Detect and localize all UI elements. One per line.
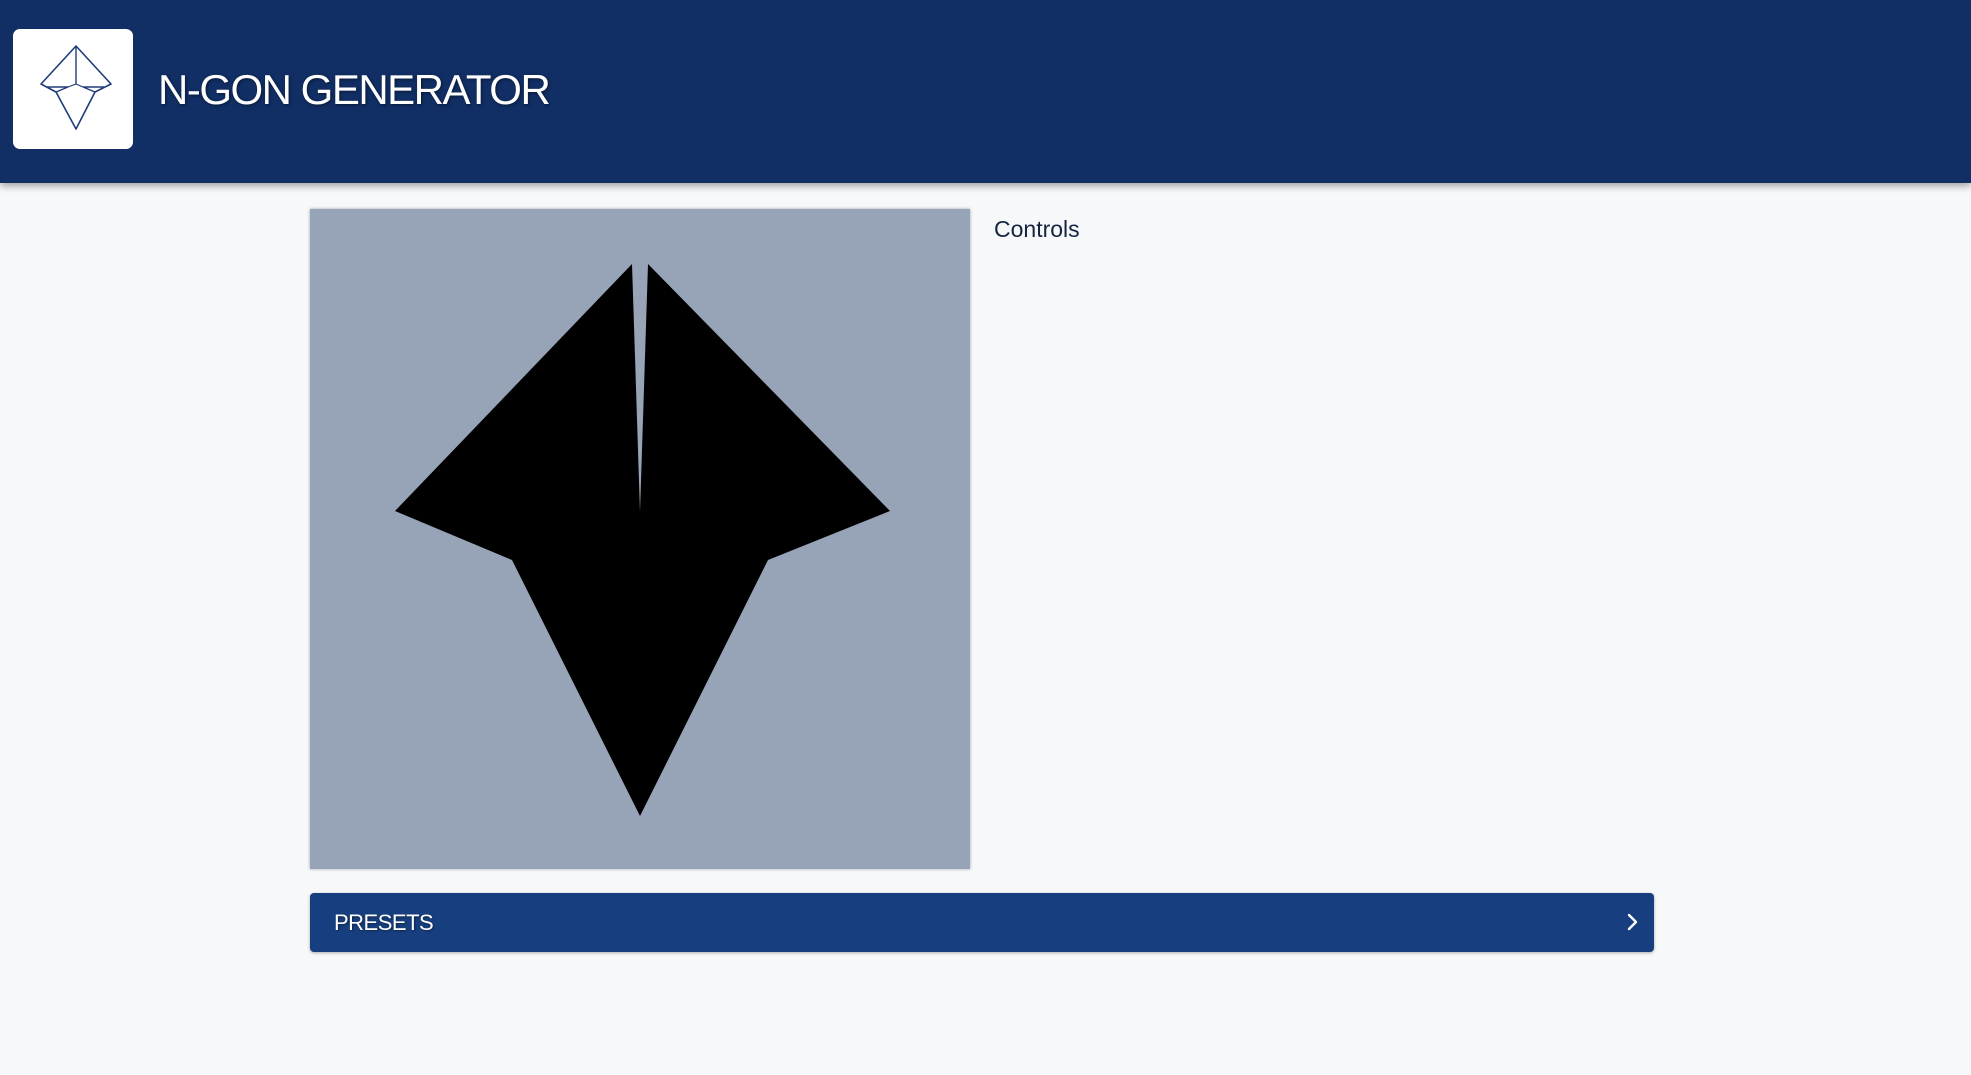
presets-label: PRESETS bbox=[334, 910, 434, 935]
controls-heading: Controls bbox=[994, 216, 1080, 242]
app-title: N-GON GENERATOR bbox=[158, 66, 551, 113]
logo[interactable] bbox=[13, 29, 133, 149]
n-gon-logo-icon bbox=[40, 45, 112, 130]
chevron-right-icon bbox=[1627, 913, 1638, 931]
n-gon-canvas[interactable] bbox=[310, 209, 970, 869]
presets-accordion-button[interactable]: PRESETS bbox=[310, 893, 1654, 952]
n-gon-shape bbox=[395, 264, 890, 816]
app-header: N-GON GENERATOR bbox=[0, 0, 1971, 183]
app-root: N-GON GENERATOR Controls PRESETS bbox=[0, 0, 1971, 1075]
